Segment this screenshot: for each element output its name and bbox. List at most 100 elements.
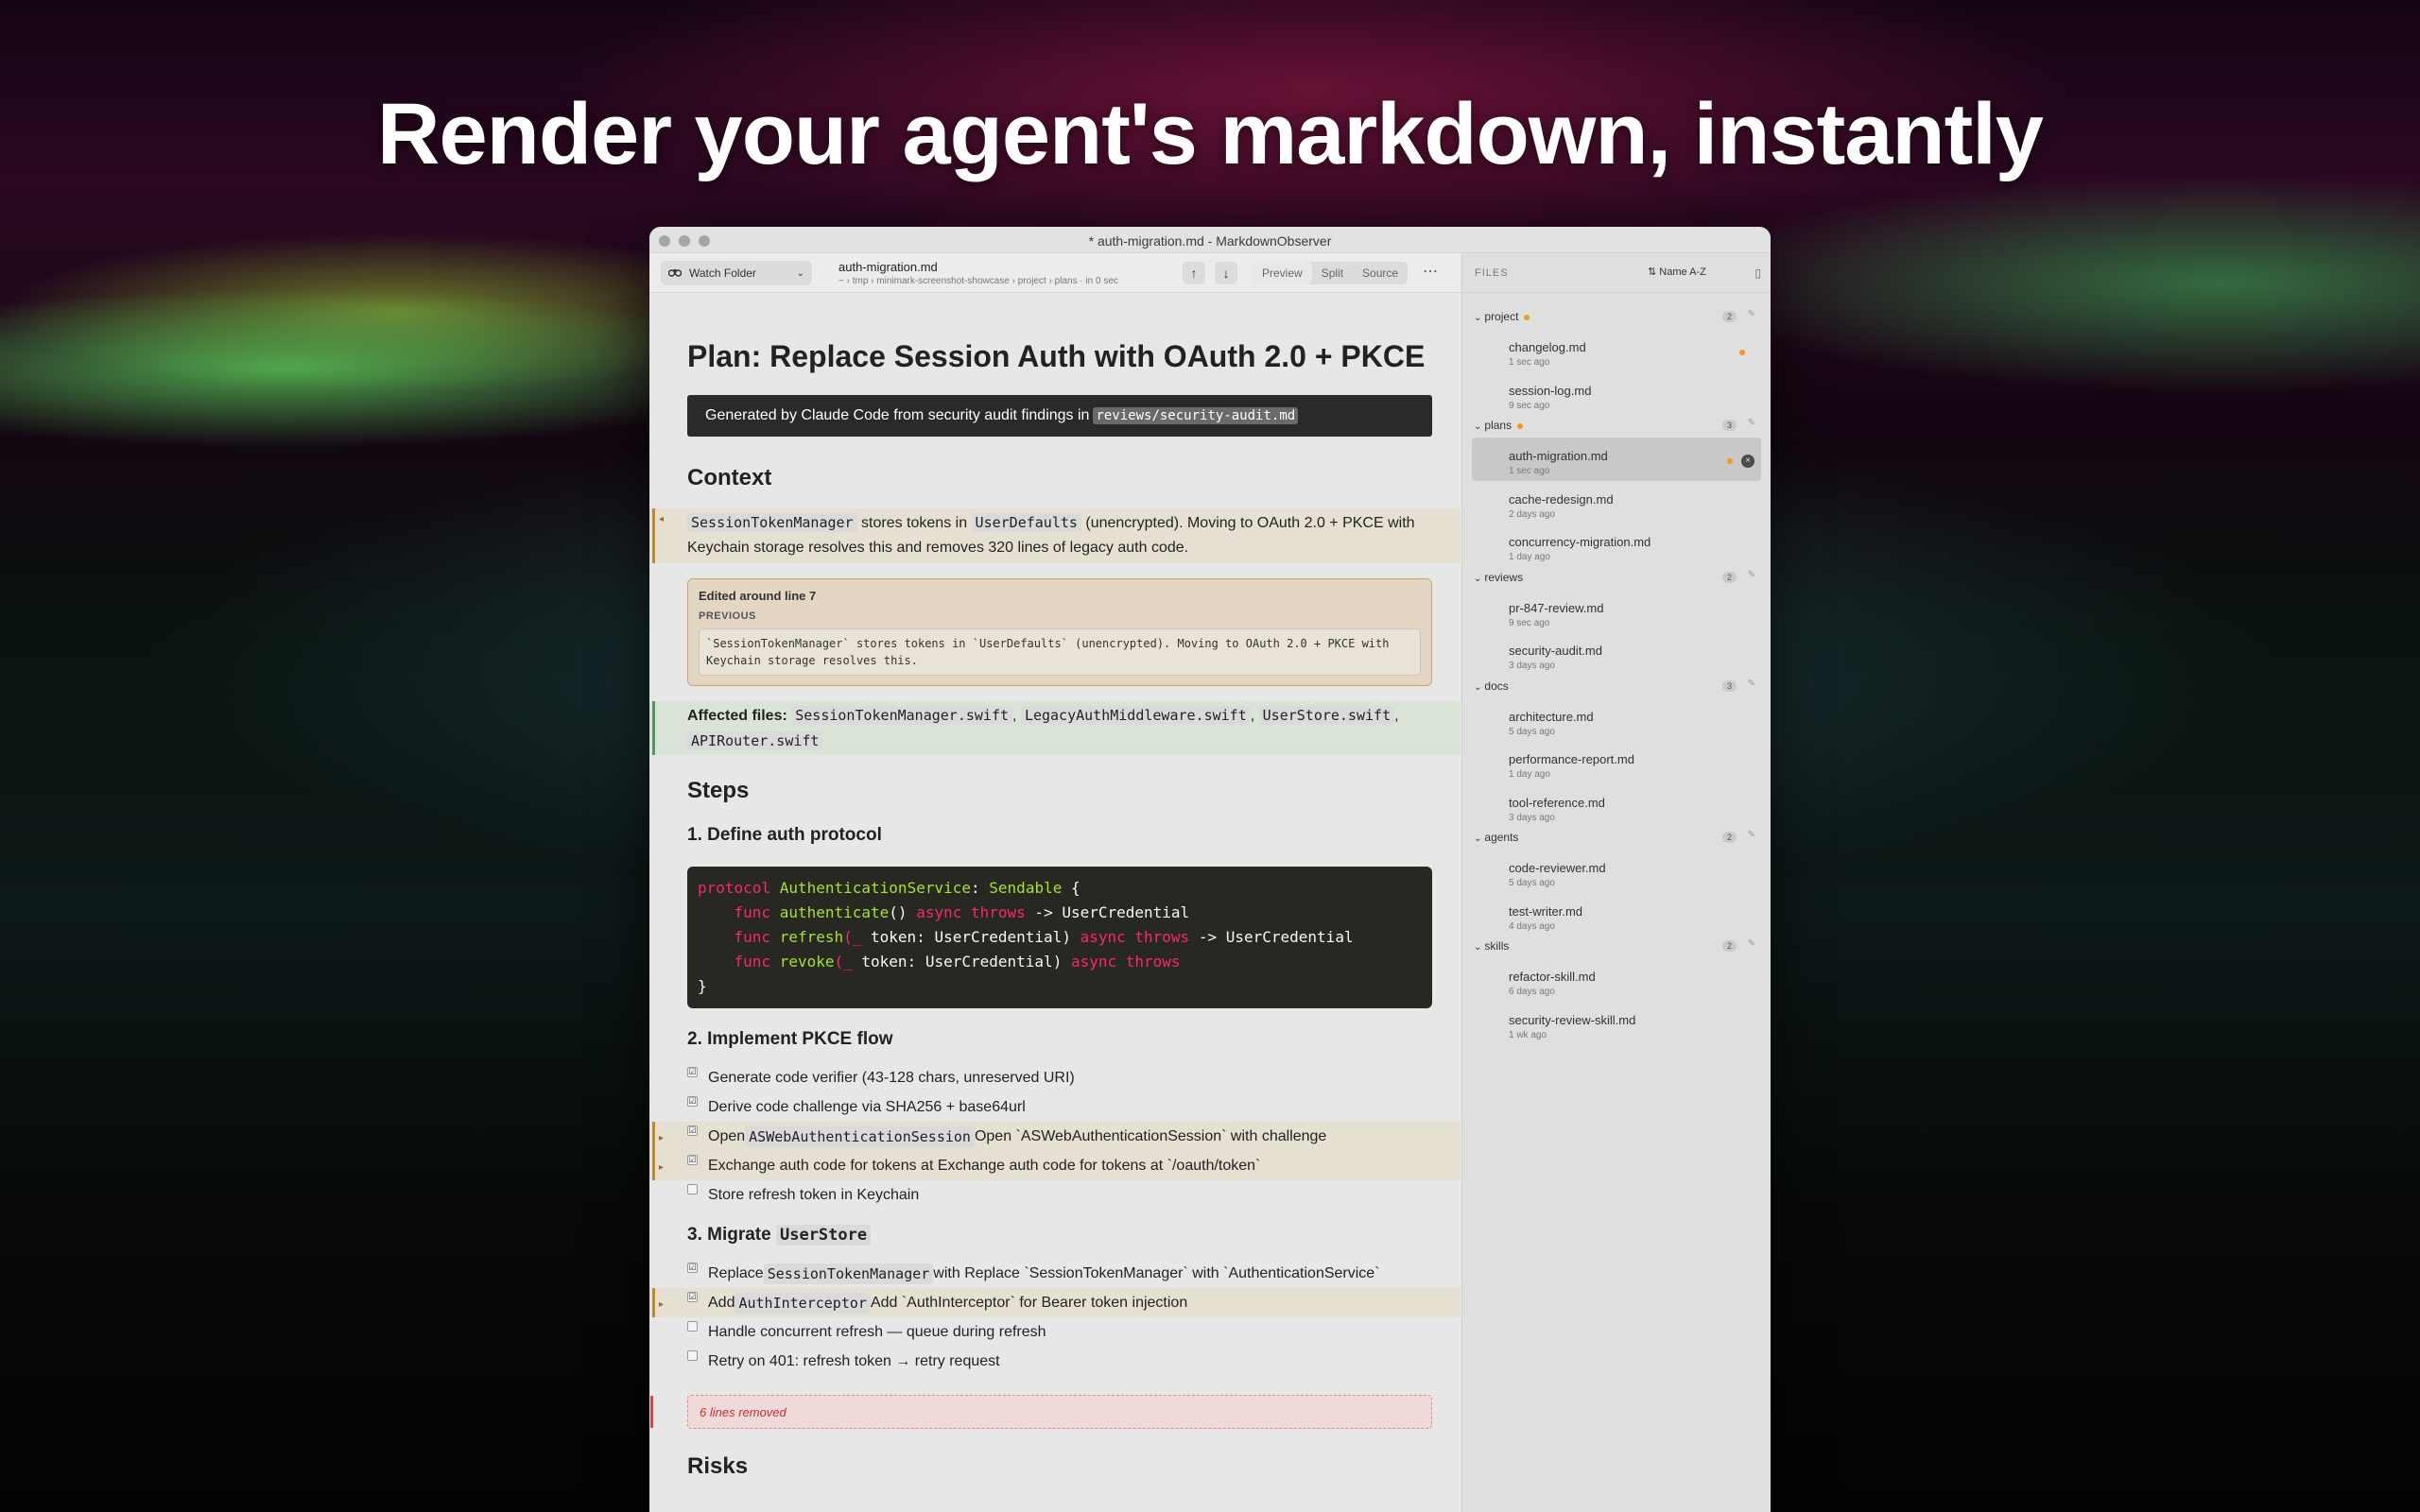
inline-code: ASWebAuthenticationSession	[745, 1125, 975, 1147]
heading-text: 3. Migrate	[687, 1225, 776, 1245]
banner-code: reviews/security-audit.md	[1093, 407, 1299, 424]
checkbox[interactable]: ☑	[687, 1125, 698, 1136]
pin-icon[interactable]: ✎	[1748, 679, 1755, 689]
text: stores tokens in	[856, 515, 972, 531]
group-count: 3	[1721, 679, 1737, 692]
file-item[interactable]: security-review-skill.md 1 wk ago	[1472, 1002, 1761, 1045]
task-text: Store refresh token in Keychain	[708, 1186, 920, 1203]
checkbox[interactable]: ☑	[687, 1067, 698, 1077]
group-label: plans	[1484, 419, 1512, 432]
file-item[interactable]: auth-migration.md 1 sec ago ×	[1472, 438, 1761, 481]
group-name: ⌄ docs	[1474, 679, 1509, 693]
more-options-icon[interactable]: ⋯	[1423, 262, 1438, 281]
file-item[interactable]: session-log.md 9 sec ago	[1472, 372, 1761, 416]
edit-popover: Edited around line 7 PREVIOUS `SessionTo…	[687, 578, 1432, 686]
file-item[interactable]: test-writer.md 4 days ago	[1472, 893, 1761, 936]
sort-button[interactable]: ⇅ Name A-Z	[1648, 266, 1706, 278]
group-name: ⌄ plans	[1474, 419, 1524, 432]
expand-change-icon[interactable]: ▸	[659, 1296, 664, 1314]
task-text: Derive code challenge via SHA256 + base6…	[708, 1098, 1026, 1115]
watch-folder-dropdown[interactable]: Watch Folder ⌄	[661, 261, 812, 285]
group-name: ⌄ reviews	[1474, 571, 1523, 584]
file-item[interactable]: refactor-skill.md 6 days ago	[1472, 958, 1761, 1002]
group-project[interactable]: ⌄ project 2 ✎	[1462, 306, 1771, 329]
edited-title: Edited around line 7	[699, 589, 817, 603]
previous-label: PREVIOUS	[699, 610, 756, 622]
file-name: session-log.md	[1509, 383, 1592, 398]
file-item[interactable]: pr-847-review.md 9 sec ago	[1472, 590, 1761, 633]
modified-block: ◂ SessionTokenManager stores tokens in U…	[649, 508, 1461, 563]
pin-icon[interactable]: ✎	[1748, 938, 1755, 949]
file-age: 9 sec ago	[1509, 617, 1550, 628]
checkbox[interactable]	[687, 1350, 698, 1361]
file-code: APIRouter.swift	[687, 731, 823, 750]
task-text: Handle concurrent refresh — queue during…	[708, 1323, 1046, 1340]
expand-change-icon[interactable]: ◂	[659, 514, 664, 524]
code-token: refresh	[770, 928, 844, 946]
pin-icon[interactable]: ✎	[1748, 309, 1755, 319]
file-item[interactable]: concurrency-migration.md 1 day ago	[1472, 524, 1761, 567]
next-change-button[interactable]: ↓	[1215, 262, 1237, 284]
file-item[interactable]: architecture.md 5 days ago	[1472, 698, 1761, 742]
file-age: 5 days ago	[1509, 878, 1555, 888]
sidebar-toggle-icon[interactable]: ▯	[1754, 266, 1761, 280]
pin-icon[interactable]: ✎	[1748, 830, 1755, 840]
removed-lines-label: 6 lines removed	[700, 1404, 786, 1419]
group-count: 2	[1721, 571, 1737, 583]
file-name: auth-migration.md	[838, 260, 938, 274]
file-item[interactable]: performance-report.md 1 day ago	[1472, 741, 1761, 784]
task-item-modified: ▸ ☑ Open ASWebAuthenticationSession Open…	[649, 1122, 1461, 1151]
checkbox[interactable]: ☑	[687, 1292, 698, 1302]
code-token: AuthenticationService	[779, 879, 971, 897]
file-name: security-review-skill.md	[1509, 1012, 1636, 1027]
step-1-heading: 1. Define auth protocol	[687, 825, 882, 845]
checkbox[interactable]	[687, 1184, 698, 1194]
file-name: cache-redesign.md	[1509, 491, 1614, 507]
group-label: project	[1484, 310, 1519, 323]
checkbox[interactable]: ☑	[687, 1155, 698, 1165]
group-agents[interactable]: ⌄ agents 2 ✎	[1462, 827, 1771, 850]
previous-change-button[interactable]: ↑	[1183, 262, 1205, 284]
context-paragraph: SessionTokenManager stores tokens in Use…	[687, 510, 1432, 560]
pin-icon[interactable]: ✎	[1748, 418, 1755, 428]
view-mode-segmented-control: Preview Split Source	[1253, 262, 1409, 284]
file-age: 1 day ago	[1509, 552, 1550, 562]
sidebar-header: FILES ⇅ Name A-Z ▯	[1462, 253, 1771, 293]
code-token: :	[971, 879, 980, 897]
separator: ,	[1394, 708, 1399, 724]
file-item[interactable]: changelog.md 1 sec ago	[1472, 329, 1761, 372]
checkbox[interactable]: ☑	[687, 1263, 698, 1273]
chevron-down-icon: ⌄	[796, 267, 804, 279]
code-token: }	[698, 977, 707, 995]
file-item[interactable]: code-reviewer.md 5 days ago	[1472, 850, 1761, 893]
context-heading: Context	[687, 465, 772, 490]
file-item[interactable]: cache-redesign.md 2 days ago	[1472, 481, 1761, 524]
watch-folder-label: Watch Folder	[689, 266, 756, 280]
toolbar: Watch Folder ⌄ auth-migration.md ~ › tmp…	[649, 253, 1461, 293]
task-text: Add	[708, 1294, 735, 1311]
group-label: agents	[1484, 831, 1519, 844]
file-name: performance-report.md	[1509, 752, 1634, 766]
tab-split[interactable]: Split	[1312, 262, 1353, 284]
code-token: Sendable	[989, 879, 1063, 897]
group-skills[interactable]: ⌄ skills 2 ✎	[1462, 936, 1771, 958]
file-name: architecture.md	[1509, 709, 1594, 724]
expand-change-icon[interactable]: ▸	[659, 1129, 664, 1148]
expand-change-icon[interactable]: ▸	[659, 1159, 664, 1177]
file-code: UserStore.swift	[1258, 706, 1395, 725]
checkbox[interactable]: ☑	[687, 1096, 698, 1107]
group-name: ⌄ project	[1474, 310, 1530, 323]
checkbox[interactable]	[687, 1321, 698, 1332]
tab-source[interactable]: Source	[1353, 262, 1408, 284]
tab-preview[interactable]: Preview	[1253, 262, 1312, 284]
removed-lines-block[interactable]: 6 lines removed	[650, 1395, 1432, 1429]
group-reviews[interactable]: ⌄ reviews 2 ✎	[1462, 567, 1771, 590]
group-docs[interactable]: ⌄ docs 3 ✎	[1462, 676, 1771, 698]
file-item[interactable]: tool-reference.md 3 days ago	[1472, 784, 1761, 828]
close-icon[interactable]: ×	[1741, 455, 1754, 468]
group-plans[interactable]: ⌄ plans 3 ✎	[1462, 415, 1771, 438]
previous-text: `SessionTokenManager` stores tokens in `…	[699, 628, 1421, 676]
pin-icon[interactable]: ✎	[1748, 570, 1755, 580]
file-item[interactable]: security-audit.md 3 days ago	[1472, 632, 1761, 676]
file-code: SessionTokenManager.swift	[791, 706, 1013, 725]
